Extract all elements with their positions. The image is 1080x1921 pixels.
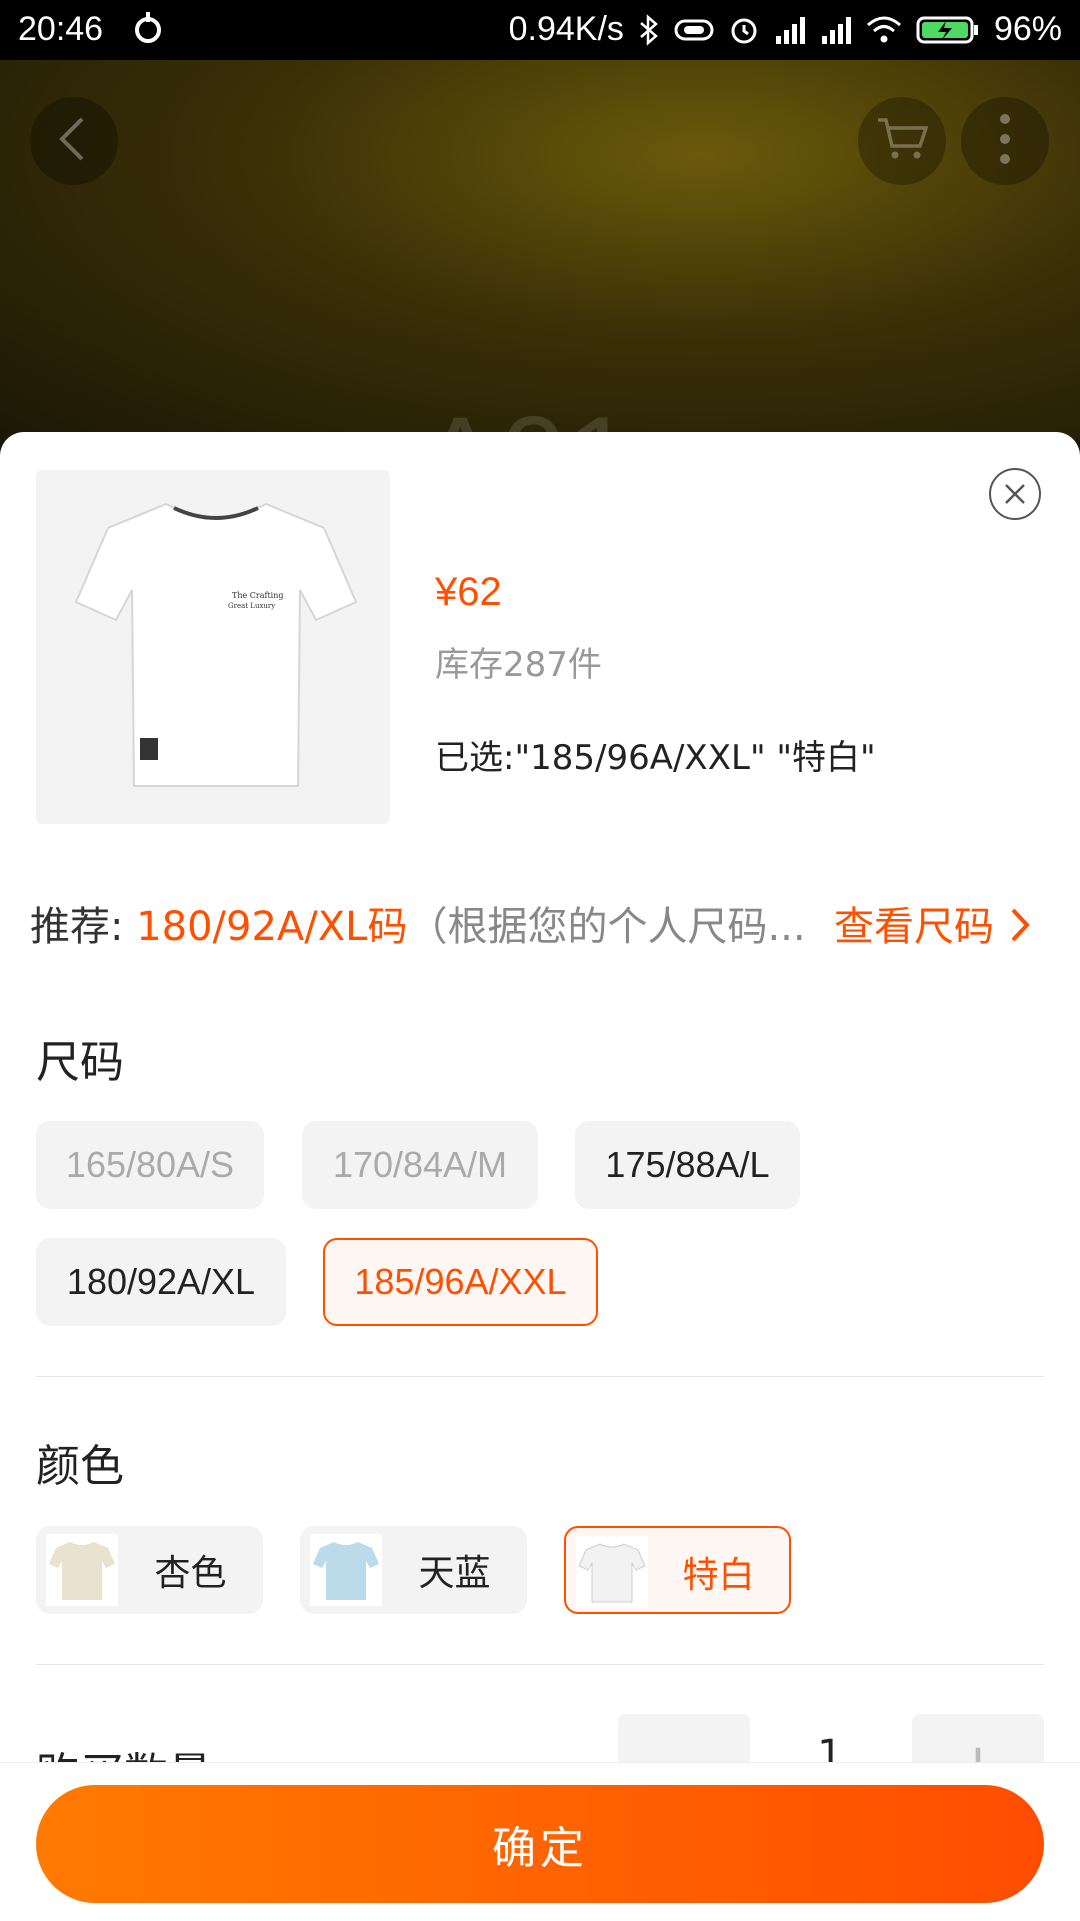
color-option-selected[interactable]: 特白 — [564, 1526, 791, 1614]
status-bar: 20:46 0.94K/s 96% — [0, 0, 1080, 60]
svg-text:The Crafting: The Crafting — [232, 591, 284, 600]
cart-icon — [876, 116, 929, 166]
bluetooth-icon — [638, 13, 660, 46]
color-option[interactable]: 天蓝 — [300, 1526, 527, 1614]
stock-count: 库存287件 — [435, 645, 602, 685]
product-price: ¥62 — [435, 570, 502, 614]
recommend-prefix: 推荐: — [30, 904, 137, 950]
size-chart-label: 查看尺码 — [834, 904, 994, 950]
size-section-title: 尺码 — [36, 1037, 124, 1088]
divider — [36, 1376, 1044, 1377]
status-icons: 0.94K/s 96% — [509, 10, 1062, 49]
vibrate-icon — [674, 14, 714, 46]
size-option[interactable]: 180/92A/XL — [36, 1238, 286, 1326]
chevron-right-icon — [1007, 904, 1033, 950]
bottom-bar: 确定 — [0, 1762, 1080, 1921]
back-button[interactable] — [30, 97, 118, 185]
color-label: 特白 — [682, 1555, 755, 1596]
close-icon — [991, 484, 1039, 522]
cart-button[interactable] — [858, 97, 946, 185]
color-option[interactable]: 杏色 — [36, 1526, 263, 1614]
view-size-chart-link[interactable]: 查看尺码 — [834, 894, 1033, 952]
battery-percent: 96% — [993, 10, 1062, 48]
size-option[interactable]: 175/88A/L — [575, 1121, 800, 1209]
wifi-icon — [866, 14, 902, 46]
selected-summary: 已选:"185/96A/XXL" "特白" — [435, 738, 876, 778]
alarm-icon — [728, 14, 760, 46]
size-option[interactable]: 170/84A/M — [302, 1121, 538, 1209]
size-recommendation: 推荐: 180/92A/XL码（根据您的个人尺码... — [30, 894, 810, 952]
close-button[interactable] — [989, 468, 1041, 520]
svg-text:Great Luxury: Great Luxury — [228, 602, 275, 610]
signal-icon — [774, 14, 806, 46]
product-image: The Crafting Great Luxury — [36, 470, 390, 824]
confirm-button[interactable]: 确定 — [36, 1785, 1044, 1903]
more-button[interactable] — [961, 97, 1049, 185]
color-label: 杏色 — [154, 1553, 227, 1594]
status-time: 20:46 — [18, 10, 104, 48]
battery-icon — [916, 14, 980, 46]
recommend-size: 180/92A/XL码 — [136, 904, 408, 950]
size-option[interactable]: 165/80A/S — [36, 1121, 264, 1209]
signal-icon-2 — [820, 14, 852, 46]
color-section-title: 颜色 — [36, 1441, 124, 1492]
more-vertical-icon — [999, 113, 1011, 169]
sku-selector-sheet: The Crafting Great Luxury ¥62 库存287件 已选:… — [0, 432, 1080, 1920]
color-thumbnail — [46, 1534, 118, 1606]
divider — [36, 1664, 1044, 1665]
color-thumbnail — [576, 1536, 648, 1608]
network-speed: 0.94K/s — [508, 10, 624, 48]
recommend-note: （根据您的个人尺码... — [407, 904, 806, 950]
chevron-left-icon — [54, 115, 94, 167]
size-option-selected[interactable]: 185/96A/XXL — [323, 1238, 598, 1326]
sync-icon — [130, 10, 166, 55]
color-label: 天蓝 — [418, 1553, 491, 1594]
color-thumbnail — [310, 1534, 382, 1606]
